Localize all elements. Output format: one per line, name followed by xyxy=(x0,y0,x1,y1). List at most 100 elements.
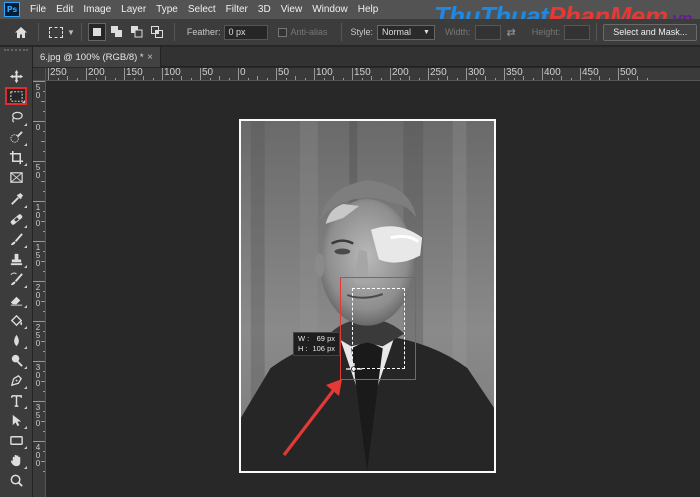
width-input[interactable] xyxy=(474,24,501,40)
zoom-tool[interactable] xyxy=(5,471,27,489)
divider xyxy=(80,23,82,41)
feather-input[interactable]: 0 px xyxy=(224,24,269,40)
add-selection-icon xyxy=(110,26,122,37)
tool-flyout-indicator xyxy=(24,305,27,308)
document-tab[interactable]: 6.jpg @ 100% (RGB/8) * × xyxy=(33,47,161,67)
move-tool[interactable] xyxy=(5,67,27,85)
hand-tool[interactable] xyxy=(5,451,27,469)
height-label: Height: xyxy=(531,27,561,37)
annotation-arrow xyxy=(282,379,342,456)
paint-bucket-icon xyxy=(10,314,22,326)
history-brush-tool[interactable] xyxy=(5,270,27,288)
tool-flyout-indicator xyxy=(24,225,27,228)
chevron-down-icon: ▼ xyxy=(423,28,430,36)
ruler-h-tick xyxy=(618,68,619,80)
crosshair-cursor-icon xyxy=(346,363,362,375)
height-input[interactable] xyxy=(564,24,591,40)
ruler-h-tick xyxy=(276,68,277,80)
blur-tool[interactable] xyxy=(5,331,27,349)
divider xyxy=(173,23,175,41)
style-label: Style: xyxy=(350,27,373,37)
subtract-selection-icon xyxy=(130,26,143,38)
antialias-label: Anti-alias xyxy=(290,27,328,37)
ruler-origin[interactable] xyxy=(33,68,46,81)
style-select[interactable]: Normal ▼ xyxy=(376,24,435,40)
ruler-h-tick xyxy=(580,68,581,80)
ruler-v-label: 5 0 xyxy=(35,163,41,180)
rectangle-tool[interactable] xyxy=(5,431,27,449)
divider xyxy=(38,23,39,41)
menu-filter[interactable]: Filter xyxy=(221,0,253,19)
menu-edit[interactable]: Edit xyxy=(51,0,78,19)
height-readout: H : 106 px xyxy=(298,344,335,354)
chevron-down-icon[interactable]: ▼ xyxy=(67,28,75,37)
select-and-mask-button[interactable]: Select and Mask... xyxy=(603,23,698,41)
type-tool[interactable] xyxy=(5,391,27,409)
lasso-tool[interactable] xyxy=(5,108,27,126)
ruler-v-label: 2 5 0 xyxy=(35,323,41,348)
canvas-area[interactable]: W : 69 px H : 106 px xyxy=(46,81,700,497)
home-button[interactable] xyxy=(10,22,32,42)
marquee-selection[interactable] xyxy=(352,288,405,369)
menu-window[interactable]: Window xyxy=(307,0,353,19)
width-readout-label: W : xyxy=(298,334,310,343)
tool-flyout-indicator xyxy=(24,406,27,409)
frame-tool[interactable] xyxy=(5,168,27,186)
add-to-selection-button[interactable] xyxy=(108,23,126,41)
menu-file[interactable]: File xyxy=(25,0,51,19)
options-bar: ▼ Feather: 0 px Anti-alias Style: Normal… xyxy=(0,19,700,46)
intersect-selection-icon xyxy=(150,26,163,38)
subtract-from-selection-button[interactable] xyxy=(128,23,146,41)
close-icon[interactable]: × xyxy=(147,52,153,63)
new-selection-icon xyxy=(92,28,101,36)
panel-grip[interactable] xyxy=(4,49,28,57)
crop-tool[interactable] xyxy=(5,148,27,166)
spot-healing-brush-tool[interactable] xyxy=(5,210,27,228)
swap-dimensions-icon[interactable]: ⇄ xyxy=(507,26,516,39)
ruler-v-tick xyxy=(33,441,45,442)
history-brush-icon xyxy=(9,272,23,285)
menu-view[interactable]: View xyxy=(276,0,308,19)
path-selection-tool[interactable] xyxy=(5,411,27,429)
eraser-tool[interactable] xyxy=(5,290,27,308)
menu-3d[interactable]: 3D xyxy=(253,0,276,19)
menu-image[interactable]: Image xyxy=(78,0,116,19)
eraser-icon xyxy=(10,296,22,306)
ruler-h-label: 0 xyxy=(240,68,246,78)
menu-help[interactable]: Help xyxy=(353,0,384,19)
marquee-preset-icon[interactable] xyxy=(49,26,63,38)
ruler-h-label: 500 xyxy=(620,68,637,78)
tool-flyout-indicator xyxy=(22,100,25,103)
menu-layer[interactable]: Layer xyxy=(116,0,151,19)
ruler-h-label: 150 xyxy=(126,68,143,78)
ruler-h-label: 350 xyxy=(506,68,523,78)
antialias-checkbox[interactable] xyxy=(278,27,288,37)
tool-flyout-indicator xyxy=(24,426,27,429)
quick-selection-tool[interactable] xyxy=(5,128,27,146)
vertical-ruler[interactable]: 5 0 0 5 0 1 0 0 1 5 0 2 0 0 2 5 0 3 0 0 3 5 0 4 0… xyxy=(33,81,46,497)
quick-selection-icon xyxy=(9,130,23,143)
horizontal-ruler[interactable]: 250 200 150 100 50 0 50 100 150 200 250 300 350 400 45… xyxy=(46,68,700,81)
ruler-v-label: 4 0 0 xyxy=(35,443,41,468)
new-selection-button[interactable] xyxy=(87,23,106,41)
pen-tool[interactable] xyxy=(5,371,27,389)
brush-tool[interactable] xyxy=(5,230,27,248)
ruler-h-label: 100 xyxy=(316,68,333,78)
zoom-icon xyxy=(10,474,23,487)
crop-icon xyxy=(9,150,23,164)
dodge-tool[interactable] xyxy=(5,351,27,369)
paint-bucket-tool[interactable] xyxy=(5,311,27,329)
eyedropper-tool[interactable] xyxy=(5,190,27,208)
dimension-tooltip: W : 69 px H : 106 px xyxy=(293,332,340,356)
menu-type[interactable]: Type xyxy=(151,0,183,19)
rectangular-marquee-tool[interactable] xyxy=(5,87,27,105)
frame-icon xyxy=(9,171,23,183)
tool-flyout-indicator xyxy=(24,386,27,389)
ruler-h-label: 50 xyxy=(202,68,214,78)
style-value: Normal xyxy=(381,27,411,37)
ruler-h-label: 450 xyxy=(582,68,599,78)
menu-select[interactable]: Select xyxy=(183,0,221,19)
menu-bar: Ps File Edit Image Layer Type Select Fil… xyxy=(0,0,700,31)
clone-stamp-tool[interactable] xyxy=(5,250,27,268)
intersect-selection-button[interactable] xyxy=(148,23,166,41)
